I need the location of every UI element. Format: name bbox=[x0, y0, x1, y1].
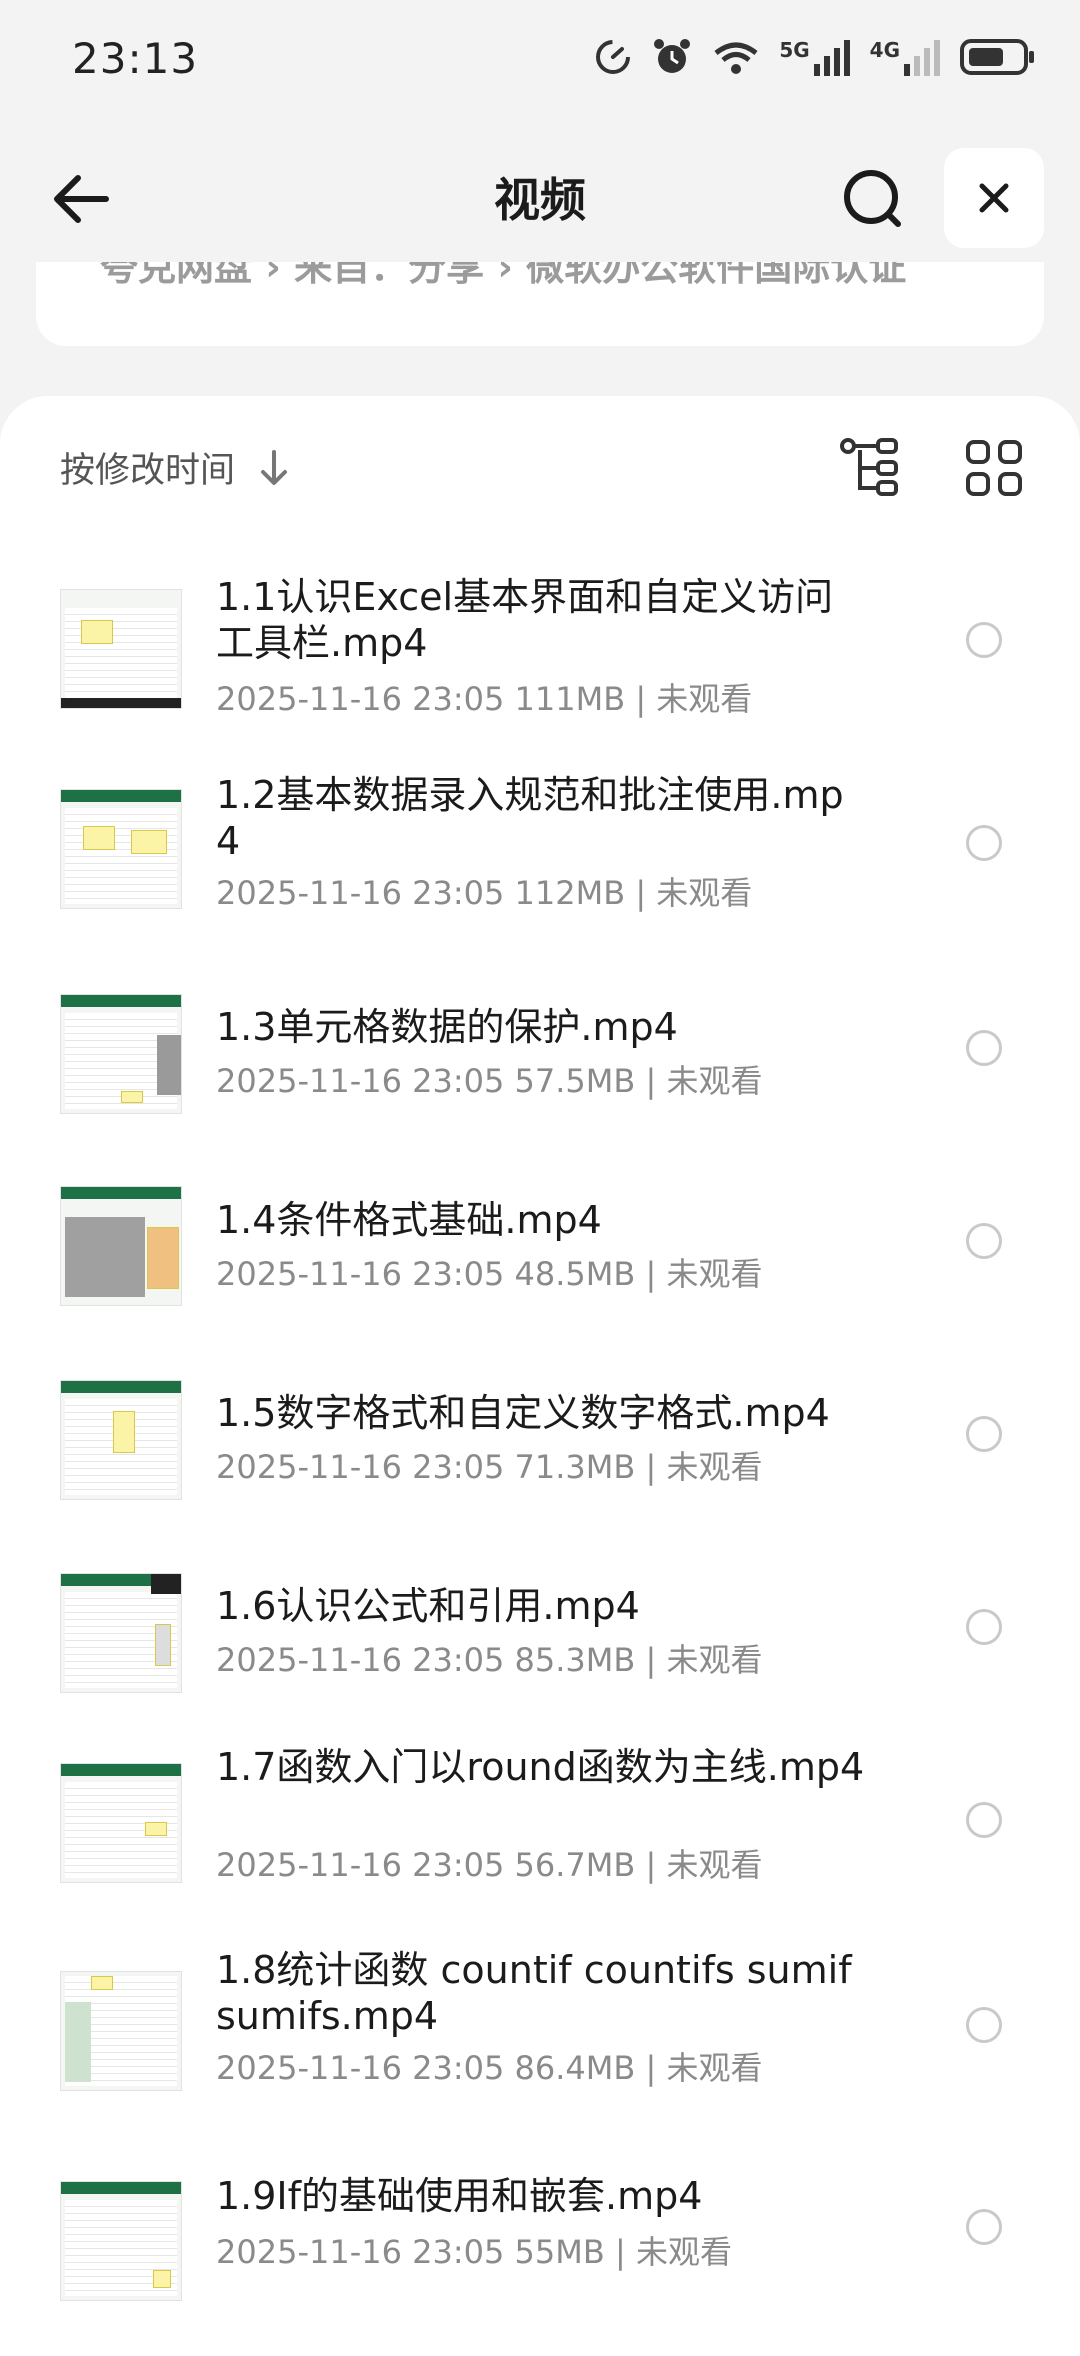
select-radio[interactable] bbox=[966, 1416, 1002, 1452]
video-thumbnail bbox=[60, 789, 182, 909]
status-icons: 5G 4G bbox=[593, 36, 1036, 78]
sort-button[interactable]: 按修改时间 bbox=[60, 442, 235, 493]
list-item[interactable]: 1.9If的基础使用和嵌套.mp4 2025-11-16 23:05 55MB … bbox=[0, 2125, 1080, 2325]
select-radio[interactable] bbox=[966, 622, 1002, 658]
file-size: 85.3MB bbox=[514, 1641, 636, 1679]
signal-4g-label: 4G bbox=[869, 38, 900, 62]
breadcrumb: 夸克网盘 › 来自：分享 › 微软办公软件国际认证 bbox=[100, 262, 907, 289]
file-meta: 2025-11-16 23:05 111MB | 未观看 bbox=[216, 680, 753, 718]
list-item[interactable]: 1.2基本数据录入规范和批注使用.mp4 2025-11-16 23:05 11… bbox=[0, 746, 1080, 946]
signal-4g-icon: 4G bbox=[870, 38, 942, 76]
header-bar: 视频 bbox=[0, 140, 1080, 260]
watch-status: 未观看 bbox=[666, 1641, 763, 1679]
select-radio[interactable] bbox=[966, 2209, 1002, 2245]
file-date: 2025-11-16 23:05 bbox=[216, 1448, 505, 1486]
page-title: 视频 bbox=[494, 173, 586, 227]
file-name: 1.6认识公式和引用.mp4 bbox=[216, 1584, 640, 1628]
file-name: 1.9If的基础使用和嵌套.mp4 bbox=[216, 2174, 703, 2218]
close-icon bbox=[979, 183, 1009, 213]
list-item[interactable]: 1.1认识Excel基本界面和自定义访问工具栏.mp4 2025-11-16 2… bbox=[0, 536, 1080, 746]
select-radio[interactable] bbox=[966, 2007, 1002, 2043]
list-item[interactable]: 1.3单元格数据的保护.mp4 2025-11-16 23:05 57.5MB … bbox=[0, 946, 1080, 1139]
file-date: 2025-11-16 23:05 bbox=[216, 1062, 505, 1100]
list-item[interactable]: 1.8统计函数 countif countifs sumif sumifs.mp… bbox=[0, 1925, 1080, 2125]
file-name: 1.2基本数据录入规范和批注使用.mp4 bbox=[216, 773, 844, 863]
file-date: 2025-11-16 23:05 bbox=[216, 2233, 505, 2271]
file-size: 86.4MB bbox=[514, 2049, 636, 2087]
file-size: 71.3MB bbox=[514, 1448, 636, 1486]
file-list-card: 按修改时间 1.1认识Excel基本界面和自定义访问工具栏.mp4 2025-1… bbox=[0, 396, 1080, 2356]
file-name: 1.5数字格式和自定义数字格式.mp4 bbox=[216, 1391, 830, 1435]
watch-status: 未观看 bbox=[656, 874, 753, 912]
search-icon bbox=[844, 170, 901, 227]
file-meta: 2025-11-16 23:05 85.3MB | 未观看 bbox=[216, 1641, 763, 1679]
watch-status: 未观看 bbox=[666, 1448, 763, 1486]
sort-bar: 按修改时间 bbox=[0, 396, 1080, 536]
close-button[interactable] bbox=[944, 148, 1044, 248]
file-size: 111MB bbox=[514, 680, 626, 718]
file-size: 57.5MB bbox=[514, 1062, 636, 1100]
video-thumbnail bbox=[60, 994, 182, 1114]
select-radio[interactable] bbox=[966, 1802, 1002, 1838]
file-name: 1.3单元格数据的保护.mp4 bbox=[216, 1005, 678, 1049]
video-thumbnail bbox=[60, 2181, 182, 2301]
file-meta: 2025-11-16 23:05 86.4MB | 未观看 bbox=[216, 2049, 763, 2087]
watch-status: 未观看 bbox=[635, 2233, 732, 2271]
list-item[interactable]: 1.4条件格式基础.mp4 2025-11-16 23:05 48.5MB | … bbox=[0, 1139, 1080, 1332]
wifi-icon bbox=[711, 37, 761, 77]
file-meta: 2025-11-16 23:05 55MB | 未观看 bbox=[216, 2233, 732, 2271]
alarm-icon bbox=[651, 36, 693, 78]
video-thumbnail bbox=[60, 1971, 182, 2091]
file-size: 56.7MB bbox=[514, 1846, 636, 1884]
file-date: 2025-11-16 23:05 bbox=[216, 1255, 505, 1293]
file-size: 55MB bbox=[514, 2233, 605, 2271]
signal-5g-icon: 5G bbox=[779, 38, 851, 76]
tree-view-icon[interactable] bbox=[838, 436, 902, 500]
signal-5g-label: 5G bbox=[779, 38, 810, 62]
arrow-down-icon[interactable] bbox=[258, 448, 290, 488]
file-name: 1.4条件格式基础.mp4 bbox=[216, 1198, 602, 1242]
watch-status: 未观看 bbox=[666, 2049, 763, 2087]
list-item[interactable]: 1.6认识公式和引用.mp4 2025-11-16 23:05 85.3MB |… bbox=[0, 1525, 1080, 1718]
battery-icon bbox=[960, 38, 1036, 76]
file-meta: 2025-11-16 23:05 56.7MB | 未观看 bbox=[216, 1846, 763, 1884]
file-name: 1.1认识Excel基本界面和自定义访问工具栏.mp4 bbox=[216, 575, 834, 665]
select-radio[interactable] bbox=[966, 1030, 1002, 1066]
video-thumbnail bbox=[60, 1763, 182, 1883]
file-date: 2025-11-16 23:05 bbox=[216, 2049, 505, 2087]
speed-icon bbox=[593, 37, 633, 77]
breadcrumb-card[interactable]: 夸克网盘 › 来自：分享 › 微软办公软件国际认证 bbox=[36, 262, 1044, 346]
select-radio[interactable] bbox=[966, 1609, 1002, 1645]
list-item[interactable]: 1.5数字格式和自定义数字格式.mp4 2025-11-16 23:05 71.… bbox=[0, 1332, 1080, 1525]
video-thumbnail bbox=[60, 589, 182, 709]
file-date: 2025-11-16 23:05 bbox=[216, 680, 505, 718]
list-item[interactable]: 1.7函数入门以round函数为主线.mp4 2025-11-16 23:05 … bbox=[0, 1718, 1080, 1925]
search-button[interactable] bbox=[838, 164, 908, 234]
file-date: 2025-11-16 23:05 bbox=[216, 1846, 505, 1884]
file-date: 2025-11-16 23:05 bbox=[216, 1641, 505, 1679]
watch-status: 未观看 bbox=[666, 1062, 763, 1100]
video-thumbnail bbox=[60, 1573, 182, 1693]
file-meta: 2025-11-16 23:05 57.5MB | 未观看 bbox=[216, 1062, 763, 1100]
status-time: 23:13 bbox=[72, 34, 199, 83]
video-thumbnail bbox=[60, 1380, 182, 1500]
video-thumbnail bbox=[60, 1186, 182, 1306]
file-size: 48.5MB bbox=[514, 1255, 636, 1293]
file-date: 2025-11-16 23:05 bbox=[216, 874, 505, 912]
file-meta: 2025-11-16 23:05 112MB | 未观看 bbox=[216, 874, 753, 912]
grid-view-icon[interactable] bbox=[962, 436, 1026, 500]
file-size: 112MB bbox=[514, 874, 626, 912]
watch-status: 未观看 bbox=[666, 1846, 763, 1884]
file-meta: 2025-11-16 23:05 71.3MB | 未观看 bbox=[216, 1448, 763, 1486]
select-radio[interactable] bbox=[966, 825, 1002, 861]
file-name: 1.8统计函数 countif countifs sumif sumifs.mp… bbox=[216, 1948, 852, 2038]
status-bar: 23:13 5G 4G bbox=[0, 0, 1080, 120]
watch-status: 未观看 bbox=[666, 1255, 763, 1293]
watch-status: 未观看 bbox=[656, 680, 753, 718]
select-radio[interactable] bbox=[966, 1223, 1002, 1259]
file-meta: 2025-11-16 23:05 48.5MB | 未观看 bbox=[216, 1255, 763, 1293]
file-name: 1.7函数入门以round函数为主线.mp4 bbox=[216, 1745, 865, 1789]
